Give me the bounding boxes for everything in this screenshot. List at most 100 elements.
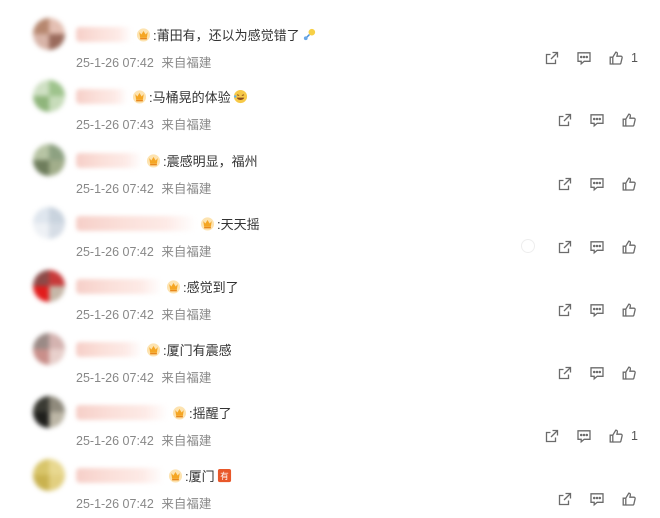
- comment-icon[interactable]: [574, 48, 594, 68]
- comment-item: :厦门有震感 25-1-26 07:42 来自福建: [0, 333, 660, 396]
- share-icon[interactable]: [555, 237, 575, 257]
- comment-icon[interactable]: [587, 237, 607, 257]
- crown-badge-icon: [172, 405, 187, 420]
- avatar[interactable]: [33, 144, 65, 176]
- comment-location: 来自福建: [161, 371, 212, 385]
- avatar[interactable]: [33, 333, 65, 365]
- comment-item: :莆田有，还以为感觉错了 25-1-26 07:42 来自福建 1: [0, 18, 660, 81]
- avatar[interactable]: [33, 80, 65, 112]
- thumbs-up-icon[interactable]: [619, 363, 639, 383]
- comment-meta: 25-1-26 07:42 来自福建: [76, 367, 215, 386]
- comment-location: 来自福建: [161, 182, 212, 196]
- share-icon[interactable]: [555, 174, 575, 194]
- username[interactable]: [76, 215, 196, 231]
- comment-actions: [543, 489, 639, 509]
- comment-actions: [543, 300, 639, 320]
- username[interactable]: [76, 341, 142, 357]
- avatar[interactable]: [33, 18, 65, 50]
- comment-icon[interactable]: [587, 110, 607, 130]
- comment-icon[interactable]: [587, 174, 607, 194]
- comment-icon[interactable]: [587, 489, 607, 509]
- avatar[interactable]: [33, 270, 65, 302]
- comment-item: :马桶晃的体验 25-1-26 07:43 来自福建: [0, 80, 660, 143]
- comment-meta: 25-1-26 07:42 来自福建: [76, 178, 215, 197]
- comment-time: 25-1-26 07:42: [76, 56, 154, 70]
- crown-badge-icon: [136, 27, 151, 42]
- comment-text: :莆田有，还以为感觉错了: [153, 27, 300, 43]
- comment-meta: 25-1-26 07:42 来自福建: [76, 430, 215, 449]
- comment-time: 25-1-26 07:42: [76, 245, 154, 259]
- crown-badge-icon: [132, 89, 147, 104]
- avatar[interactable]: [33, 396, 65, 428]
- comment-meta: 25-1-26 07:42 来自福建: [76, 304, 215, 323]
- comment-item: :天天摇 25-1-26 07:42 来自福建: [0, 207, 660, 270]
- share-icon[interactable]: [555, 110, 575, 130]
- comment-time: 25-1-26 07:42: [76, 371, 154, 385]
- share-icon[interactable]: [555, 489, 575, 509]
- crown-badge-icon: [146, 153, 161, 168]
- comment-location: 来自福建: [161, 118, 212, 132]
- comment-actions: 1: [530, 48, 638, 68]
- thumbs-up-icon[interactable]: [606, 48, 626, 68]
- comment-actions: 1: [530, 426, 638, 446]
- comment-actions: [543, 363, 639, 383]
- crown-badge-icon: [146, 342, 161, 357]
- username[interactable]: [76, 467, 164, 483]
- comment-actions: [543, 174, 639, 194]
- comment-time: 25-1-26 07:42: [76, 308, 154, 322]
- comment-text: :马桶晃的体验: [149, 89, 231, 105]
- avatar[interactable]: [33, 207, 65, 239]
- thumbs-up-icon[interactable]: [606, 426, 626, 446]
- thumbs-up-icon[interactable]: [619, 489, 639, 509]
- comment-meta: 25-1-26 07:42 来自福建: [76, 493, 215, 512]
- comment-text: :天天摇: [217, 216, 260, 232]
- thumbs-up-icon[interactable]: [619, 174, 639, 194]
- comment-time: 25-1-26 07:42: [76, 434, 154, 448]
- laughing-face-emoji-icon: [233, 89, 248, 104]
- comment-location: 来自福建: [161, 308, 212, 322]
- comment-location: 来自福建: [161, 434, 212, 448]
- comment-actions: [543, 110, 639, 130]
- comment-text: :厦门: [185, 468, 215, 484]
- username[interactable]: [76, 88, 128, 104]
- comment-icon[interactable]: [574, 426, 594, 446]
- comment-location: 来自福建: [161, 497, 212, 511]
- comment-item: :震感明显，福州 25-1-26 07:42 来自福建: [0, 144, 660, 207]
- comment-icon[interactable]: [587, 300, 607, 320]
- comment-meta: 25-1-26 07:42 来自福建: [76, 52, 215, 71]
- comment-text: :震感明显，福州: [163, 153, 258, 169]
- comment-time: 25-1-26 07:42: [76, 182, 154, 196]
- share-icon[interactable]: [555, 300, 575, 320]
- thumbs-up-icon[interactable]: [619, 110, 639, 130]
- share-icon[interactable]: [542, 48, 562, 68]
- like-count: 1: [631, 429, 638, 443]
- like-count: 1: [631, 51, 638, 65]
- thumbs-up-icon[interactable]: [619, 300, 639, 320]
- comment-time: 25-1-26 07:43: [76, 118, 154, 132]
- comment-icon[interactable]: [587, 363, 607, 383]
- comment-meta: 25-1-26 07:43 来自福建: [76, 114, 215, 133]
- svg-text:有: 有: [220, 470, 228, 480]
- crown-badge-icon: [200, 216, 215, 231]
- wind-chime-emoji-icon: [302, 27, 317, 42]
- comment-item: :感觉到了 25-1-26 07:42 来自福建: [0, 270, 660, 333]
- crown-badge-icon: [168, 468, 183, 483]
- comment-location: 来自福建: [161, 245, 212, 259]
- avatar[interactable]: [33, 459, 65, 491]
- username[interactable]: [76, 26, 132, 42]
- crown-badge-icon: [166, 279, 181, 294]
- comment-time: 25-1-26 07:42: [76, 497, 154, 511]
- share-icon[interactable]: [542, 426, 562, 446]
- comment-meta: 25-1-26 07:42 来自福建: [76, 241, 215, 260]
- share-icon[interactable]: [555, 363, 575, 383]
- you-badge-icon: 有: [217, 468, 232, 483]
- username[interactable]: [76, 278, 162, 294]
- comment-actions: [543, 237, 639, 257]
- comment-text: :厦门有震感: [163, 342, 232, 358]
- thumbs-up-icon[interactable]: [619, 237, 639, 257]
- username[interactable]: [76, 152, 142, 168]
- comment-item: :摇醒了 25-1-26 07:42 来自福建 1: [0, 396, 660, 459]
- faint-circle-icon: [521, 239, 535, 253]
- username[interactable]: [76, 404, 168, 420]
- comment-text: :感觉到了: [183, 279, 239, 295]
